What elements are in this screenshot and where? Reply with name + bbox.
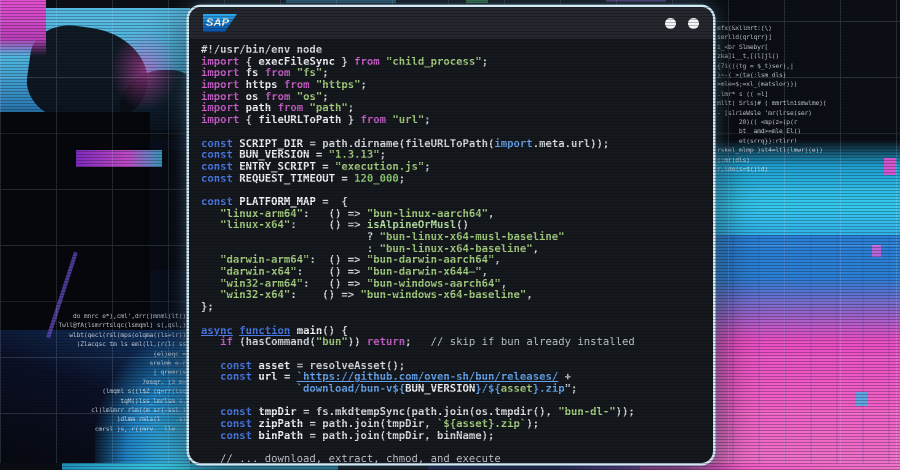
code-line: if (hasCommand("bun")) return; // skip i… [201, 337, 701, 349]
magenta-streak [76, 150, 162, 167]
window-control-dot-left[interactable] [665, 18, 676, 29]
bottom-segment [62, 463, 190, 470]
desktop: do mnrc e*),cml',drr()mnml(lt() Twll@fA(… [0, 0, 900, 470]
window-controls [665, 18, 699, 29]
glitch-code-text-left: do mnrc e*),cml',drr()mnml(lt() Twll@fA(… [8, 312, 186, 434]
bottom-strip [0, 463, 900, 470]
magenta-haze [110, 30, 180, 110]
cyan-speck [856, 392, 867, 406]
glitch-code-text-right: efx(&xllmrt:(\) serlld(qrlqrr}] i_<br Sl… [717, 24, 867, 175]
magenta-patch [0, 0, 46, 56]
magenta-speck [884, 158, 896, 175]
bottom-segment [338, 463, 428, 470]
code-line: const binPath = path.join(tmpDir, binNam… [201, 431, 701, 443]
glitch-sliver [466, 0, 488, 3]
glitch-sliver [286, 0, 396, 3]
code-line: }; [201, 302, 701, 314]
black-region [148, 150, 190, 270]
window-control-dot-right[interactable] [688, 18, 699, 29]
bottom-segment [428, 463, 560, 470]
sap-logo-text: SAP [203, 17, 229, 29]
code-line: "win32-x64": () => "bun-windows-x64-base… [201, 290, 701, 302]
code-line: import { fileURLToPath } from "url"; [201, 115, 701, 127]
bottom-segment [190, 463, 338, 470]
bottom-segment [640, 463, 900, 470]
glitch-sliver [606, 0, 666, 2]
code-line: // ... download, extract, chmod, and exe… [201, 454, 701, 463]
magenta-speck [872, 245, 881, 257]
bottom-segment [560, 463, 640, 470]
bottom-segment [0, 463, 62, 470]
pink-stripes [706, 235, 900, 470]
black-region [0, 112, 150, 334]
terminal-window: SAP #!/usr/bin/env nodeimport { execFile… [189, 7, 713, 463]
code-line: `download/bun-v${BUN_VERSION}/${asset}.z… [201, 384, 701, 396]
sap-logo: SAP [203, 14, 237, 32]
terminal-content[interactable]: #!/usr/bin/env nodeimport { execFileSync… [189, 40, 713, 462]
code-line: const REQUEST_TIMEOUT = 120_000; [201, 174, 701, 186]
terminal-code: #!/usr/bin/env nodeimport { execFileSync… [201, 45, 701, 463]
title-bar[interactable]: SAP [189, 7, 713, 40]
